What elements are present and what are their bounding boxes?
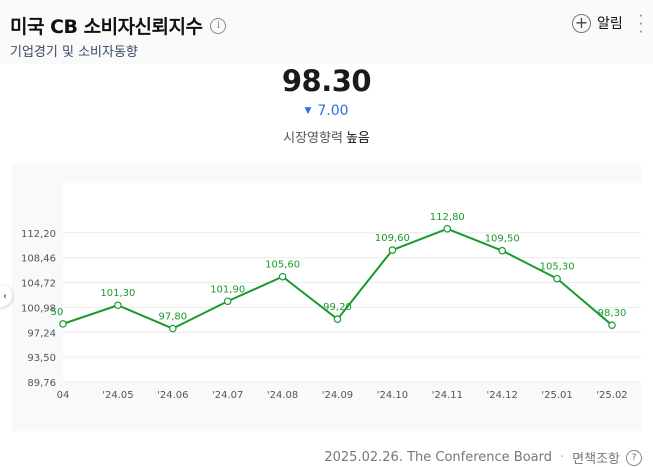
y-tick-label: 112,20	[21, 229, 56, 240]
x-tick-label: '24.06	[157, 390, 188, 401]
footer-date: 2025.02.26.	[324, 450, 403, 465]
data-point	[333, 315, 342, 324]
x-tick-label: '24.11	[432, 390, 463, 401]
data-point	[388, 246, 397, 254]
x-tick-label: '25.01	[541, 390, 572, 401]
y-tick-label: 108,46	[21, 254, 56, 265]
footer-source: The Conference Board	[407, 450, 553, 465]
x-tick-label: '24.09	[322, 390, 353, 401]
footer: 2025.02.26. The Conference Board · 면책조항 …	[324, 448, 642, 467]
data-label: 112,80	[430, 212, 465, 223]
y-tick-label: 93,50	[27, 353, 56, 364]
data-point	[608, 321, 616, 329]
data-point	[553, 274, 561, 283]
data-point	[278, 272, 287, 281]
data-label: 50	[51, 307, 64, 318]
data-point	[498, 246, 507, 255]
help-icon[interactable]: ?	[626, 449, 642, 466]
data-label: 105,60	[265, 260, 300, 271]
data-label: 105,30	[540, 262, 575, 273]
data-label: 101,90	[210, 284, 245, 295]
data-point	[223, 297, 232, 306]
disclaimer-link[interactable]: 면책조항	[572, 448, 620, 467]
x-tick-label: '24.10	[377, 390, 408, 401]
line-chart: 89,7693,5097,24100,98104,72108,46112,200…	[21, 212, 641, 401]
data-point	[59, 320, 67, 328]
data-point	[443, 224, 452, 233]
x-tick-label: '25.02	[596, 390, 627, 401]
series-line	[62, 227, 613, 330]
data-label: 101,30	[100, 288, 135, 299]
y-tick-label: 97,24	[27, 328, 56, 339]
data-label: 109,50	[485, 234, 520, 245]
data-point	[169, 324, 177, 333]
x-tick-label: '24.12	[487, 390, 518, 401]
x-tick-label: '24.08	[267, 390, 298, 401]
x-tick-label: '24.07	[212, 390, 243, 401]
data-label: 98,30	[598, 308, 627, 319]
y-tick-label: 89,76	[27, 378, 56, 389]
y-tick-label: 104,72	[21, 279, 56, 290]
x-tick-label: 04	[57, 390, 70, 401]
data-label: 99,20	[323, 302, 352, 313]
data-label: 109,60	[375, 233, 410, 244]
x-tick-label: '24.05	[102, 390, 133, 401]
data-point	[114, 301, 122, 310]
footer-separator: ·	[560, 450, 565, 465]
data-label: 97,80	[158, 312, 187, 323]
